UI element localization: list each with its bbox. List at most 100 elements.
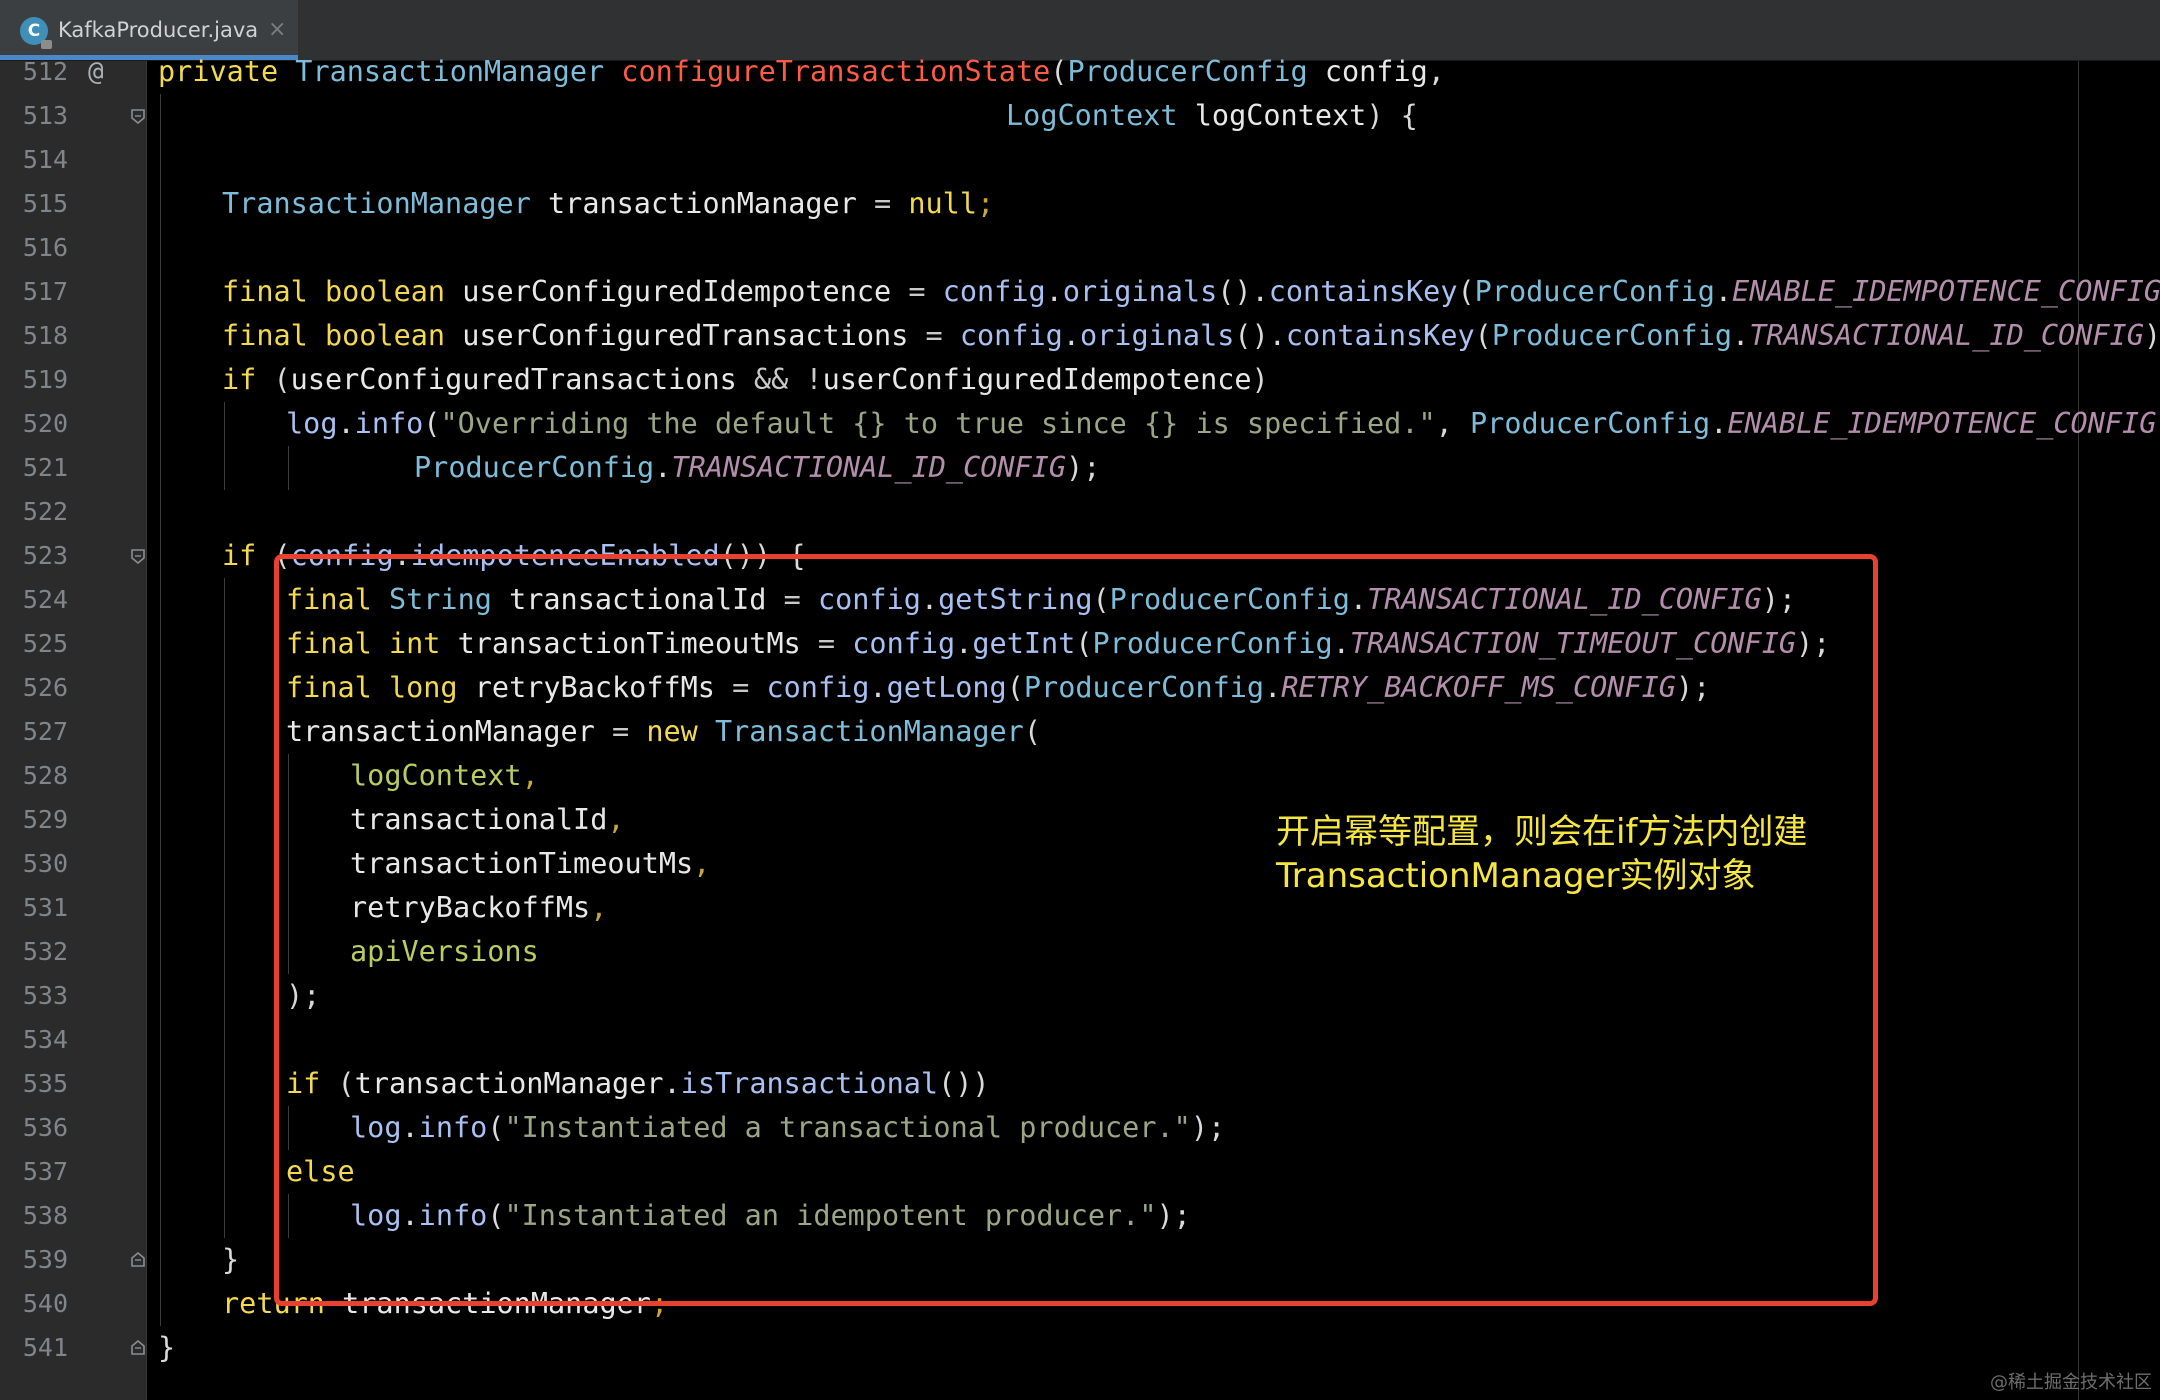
line-number: 522 [22,497,68,526]
line-number: 525 [22,629,68,658]
line-number: 535 [22,1069,68,1098]
code-token: transactionManager [548,187,875,220]
line-number: 539 [22,1245,68,1274]
code-line-518[interactable]: final boolean userConfiguredTransactions… [222,314,2160,358]
code-token: config [942,275,1046,308]
line-number: 515 [22,189,68,218]
line-number: 512 [22,57,68,86]
code-line-513[interactable]: LogContext logContext) { [1006,94,1418,138]
code-token: originals [1079,319,1235,352]
indent-guide [224,402,225,490]
code-token: = [908,275,943,308]
code-token: originals [1062,275,1218,308]
code-line-512[interactable]: private TransactionManager configureTran… [158,50,1445,94]
code-token: ); [2143,319,2160,352]
line-number: 523 [22,541,68,570]
code-token: LogContext [1006,99,1195,132]
line-number: 532 [22,937,68,966]
code-token: boolean [324,319,463,352]
code-line-539[interactable]: } [222,1238,239,1282]
code-token: boolean [324,275,463,308]
code-token: null [908,187,977,220]
line-number: 514 [22,145,68,174]
line-number: 541 [22,1333,68,1362]
line-number: 517 [22,277,68,306]
line-number: 520 [22,409,68,438]
override-annotation-icon[interactable]: @ [88,50,104,94]
tab-label: KafkaProducer.java [58,18,259,42]
code-token: logContext [1194,99,1367,132]
code-token: "Overriding the default {} to true since… [440,407,1436,440]
line-number: 536 [22,1113,68,1142]
code-token: = [925,319,960,352]
code-token: info [354,407,424,440]
code-token: userConfiguredIdempotence [822,363,1252,396]
java-class-icon: C [20,17,52,49]
code-line-519[interactable]: if (userConfiguredTransactions && !userC… [222,358,1269,402]
fold-icon[interactable] [130,548,146,564]
code-token: userConfiguredIdempotence [462,275,909,308]
line-number: 533 [22,981,68,1010]
line-number: 527 [22,717,68,746]
right-margin-guide [2078,61,2079,1400]
annotation-text: 开启幂等配置，则会在if方法内创建 TransactionManager实例对象 [1276,810,1876,898]
code-token: = [874,187,909,220]
indent-guide [224,578,225,1238]
code-token: ( [1050,55,1068,88]
code-token: . [1062,319,1080,352]
line-number: 537 [22,1157,68,1186]
code-token: ) [1251,363,1269,396]
code-token: ProducerConfig [1491,319,1733,352]
code-token: TransactionManager [295,55,622,88]
code-token: if [222,539,274,572]
code-line-541[interactable]: } [158,1326,175,1370]
code-token: ProducerConfig [414,451,655,484]
code-token: TransactionManager [222,187,549,220]
line-number: 530 [22,849,68,878]
line-number: 534 [22,1025,68,1054]
code-token: TRANSACTIONAL_ID_CONFIG [1749,319,2144,352]
code-token: if [222,363,274,396]
fold-icon[interactable] [130,1340,146,1356]
line-number: 531 [22,893,68,922]
code-token: containsKey [1285,319,1475,352]
code-token: . [1732,319,1750,352]
line-number: 519 [22,365,68,394]
code-token: (). [1234,319,1286,352]
code-line-515[interactable]: TransactionManager transactionManager = … [222,182,994,226]
code-line-517[interactable]: final boolean userConfiguredIdempotence … [222,270,2160,314]
line-number: 518 [22,321,68,350]
fold-icon[interactable] [130,108,146,124]
code-token: log [286,407,338,440]
code-token: ENABLE_IDEMPOTENCE_CONFIG [1727,407,2157,440]
code-token: ENABLE_IDEMPOTENCE_CONFIG [1732,275,2160,308]
code-token: config [959,319,1063,352]
code-token: , [2156,407,2160,440]
code-token: configureTransactionState [621,55,1051,88]
code-token: ; [977,187,995,220]
code-token: ProducerConfig [1470,407,1711,440]
code-token: } [222,1243,240,1276]
code-token: userConfiguredTransactions [290,363,754,396]
code-token: userConfiguredTransactions [462,319,926,352]
code-token: ProducerConfig [1067,55,1325,88]
code-token: ( [1474,319,1492,352]
line-number: 538 [22,1201,68,1230]
code-token: ( [423,407,441,440]
code-token: private [158,55,296,88]
code-token: . [654,451,672,484]
code-token: ( [273,363,291,396]
code-line-520[interactable]: log.info("Overriding the default {} to t… [286,402,2160,446]
code-token: final [222,275,325,308]
close-icon[interactable]: × [268,17,286,42]
code-token: TRANSACTIONAL_ID_CONFIG [671,451,1067,484]
annotation-line-1: 开启幂等配置，则会在if方法内创建 [1276,812,1808,852]
fold-icon[interactable] [130,1252,146,1268]
code-token: , [1427,55,1445,88]
code-token: ProducerConfig [1474,275,1715,308]
line-number: 528 [22,761,68,790]
watermark: @稀土掘金技术社区 [1990,1372,2152,1393]
code-line-521[interactable]: ProducerConfig.TRANSACTIONAL_ID_CONFIG); [414,446,1100,490]
code-token: ); [1066,451,1101,484]
line-number: 529 [22,805,68,834]
